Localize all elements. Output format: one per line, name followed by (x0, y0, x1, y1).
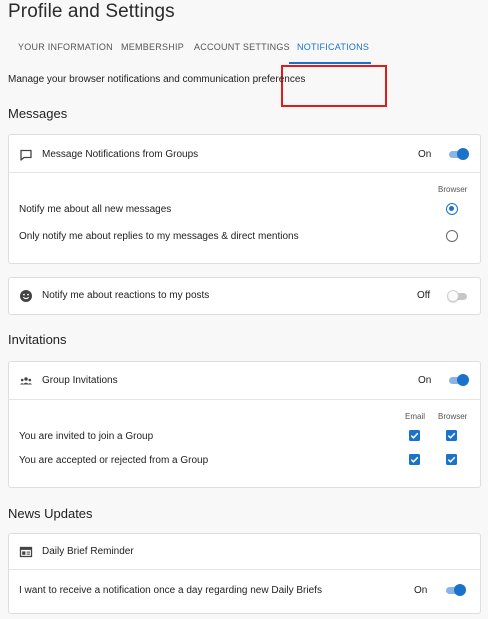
settings-tabs: YOUR INFORMATION MEMBERSHIP ACCOUNT SETT… (0, 36, 488, 107)
email-column-header: Email (405, 412, 426, 421)
message-notifications-title: Message Notifications from Groups (42, 149, 199, 160)
accepted-rejected-label: You are accepted or rejected from a Grou… (19, 455, 209, 466)
newspaper-icon (19, 546, 33, 558)
invited-email-checkbox[interactable] (409, 430, 420, 441)
group-people-icon (20, 377, 32, 385)
option-replies-mentions-radio[interactable] (446, 230, 458, 242)
group-invitations-title: Group Invitations (42, 375, 118, 386)
accepted-browser-checkbox[interactable] (446, 454, 457, 465)
reactions-title: Notify me about reactions to my posts (42, 290, 210, 301)
option-all-messages-radio[interactable] (446, 203, 458, 215)
active-tab-indicator (289, 62, 371, 64)
section-title-messages: Messages (8, 106, 68, 121)
daily-brief-card: Daily Brief Reminder I want to receive a… (8, 533, 481, 614)
daily-brief-title: Daily Brief Reminder (42, 546, 134, 557)
chat-bubble-icon (20, 149, 32, 161)
page-description: Manage your browser notifications and co… (8, 74, 306, 85)
highlight-annotation-box (281, 65, 387, 107)
option-replies-mentions-label: Only notify me about replies to my messa… (19, 231, 299, 242)
group-invitations-state: On (418, 375, 432, 386)
browser-column-header: Browser (438, 412, 468, 421)
section-title-news-updates: News Updates (8, 506, 93, 521)
invited-browser-checkbox[interactable] (446, 430, 457, 441)
message-notifications-state: On (418, 149, 432, 160)
invited-to-group-label: You are invited to join a Group (19, 431, 154, 442)
accepted-email-checkbox[interactable] (409, 454, 420, 465)
browser-column-header: Browser (438, 185, 468, 194)
reactions-toggle[interactable] (447, 290, 469, 302)
card-divider (9, 569, 480, 570)
tab-your-information[interactable]: YOUR INFORMATION (18, 42, 113, 52)
tab-notifications[interactable]: NOTIFICATIONS (297, 42, 369, 52)
group-invitations-card: Group Invitations On Email Browser You a… (8, 361, 481, 488)
daily-brief-toggle[interactable] (444, 584, 466, 596)
option-all-messages-label: Notify me about all new messages (19, 204, 172, 215)
daily-brief-state: On (414, 585, 428, 596)
smiley-face-icon (20, 290, 32, 302)
tab-account-settings[interactable]: ACCOUNT SETTINGS (194, 42, 290, 52)
reactions-card: Notify me about reactions to my posts Of… (8, 277, 481, 315)
message-notifications-card: Message Notifications from Groups On Bro… (8, 134, 481, 264)
daily-brief-option-label: I want to receive a notification once a … (19, 585, 322, 596)
reactions-state: Off (417, 290, 431, 301)
tab-membership[interactable]: MEMBERSHIP (121, 42, 184, 52)
page-title: Profile and Settings (8, 1, 175, 22)
card-divider (9, 399, 480, 400)
group-invitations-toggle[interactable] (447, 374, 469, 386)
section-title-invitations: Invitations (8, 332, 67, 347)
card-divider (9, 172, 480, 173)
message-notifications-toggle[interactable] (447, 148, 469, 160)
